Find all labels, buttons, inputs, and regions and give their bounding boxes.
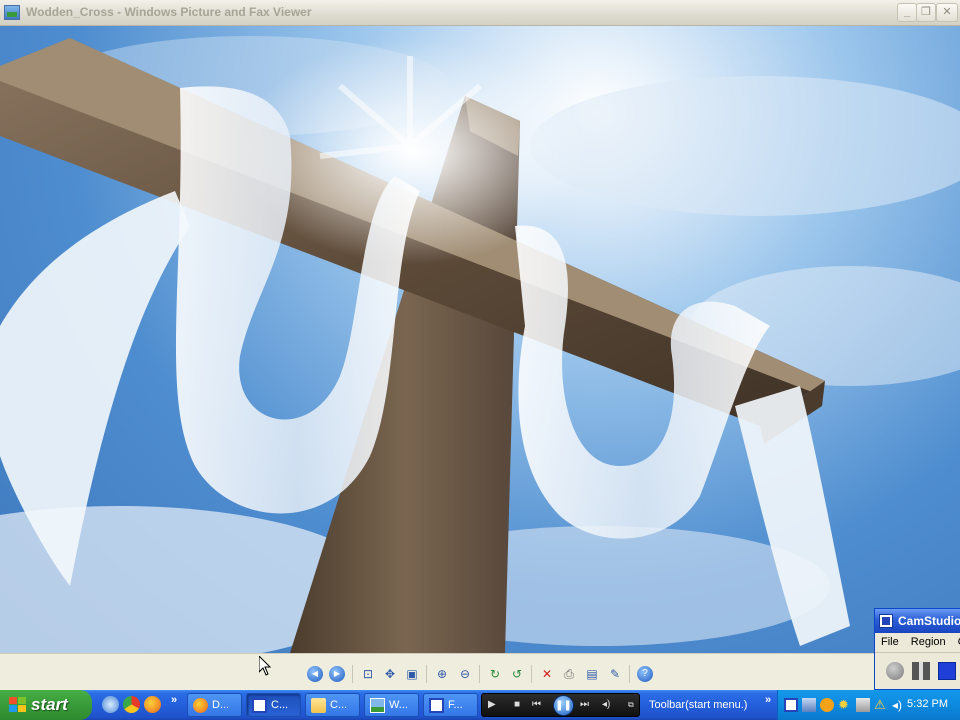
toolbar-separator <box>629 665 630 683</box>
pause-icon[interactable] <box>912 662 930 680</box>
camstudio-toolbar <box>875 653 960 689</box>
media-restore-icon[interactable]: ⧉ <box>628 699 634 711</box>
task-label: C... <box>330 699 348 711</box>
edit-icon[interactable]: ✎ <box>607 666 623 682</box>
folder-icon <box>311 698 326 713</box>
camstudio-tray-icon[interactable] <box>784 698 798 712</box>
media-stop-icon[interactable]: ■ <box>514 699 520 711</box>
chrome-icon[interactable] <box>123 696 140 713</box>
menu-region[interactable]: Region <box>911 636 946 648</box>
toolbar-chevron-icon[interactable]: » <box>765 694 771 706</box>
toolbar-start-menu-label: Toolbar(start menu.) <box>649 699 748 711</box>
media-player-toolbar: ▶ ■ ⏮ ❚❚ ⏭ ◂) ⧉ <box>481 693 640 717</box>
image-display-area <box>0 26 960 653</box>
media-mute-icon[interactable]: ◂) <box>602 699 610 711</box>
picture-viewer-icon <box>370 698 385 713</box>
close-icon: ✕ <box>942 6 952 18</box>
taskbar-item-folder[interactable]: C... <box>305 693 360 717</box>
network-icon[interactable] <box>802 698 816 712</box>
rotate-counterclockwise-icon[interactable]: ↺ <box>509 666 525 682</box>
task-label: C... <box>271 699 289 711</box>
clock[interactable]: 5:32 PM <box>907 698 948 710</box>
close-button[interactable]: ✕ <box>936 3 958 22</box>
security-icon[interactable]: ✹ <box>838 698 852 712</box>
picture-viewer-app-icon[interactable] <box>4 5 20 20</box>
print-icon[interactable]: ⎙ <box>561 666 577 682</box>
taskbar: start » D... C... C... W... F... ▶ ■ ⏮ ❚… <box>0 690 960 720</box>
camstudio-title-bar[interactable]: CamStudio <box>875 609 960 633</box>
taskbar-item-camstudio-2[interactable]: F... <box>423 693 478 717</box>
start-button[interactable]: start <box>0 690 92 720</box>
previous-image-icon[interactable]: ◀ <box>307 666 323 682</box>
picture-viewer-window: Wodden_Cross - Windows Picture and Fax V… <box>0 0 960 690</box>
save-icon[interactable]: ▤ <box>584 666 600 682</box>
next-image-icon[interactable]: ▶ <box>329 666 345 682</box>
media-play-small-icon[interactable]: ▶ <box>488 699 496 711</box>
toolbar-separator <box>426 665 427 683</box>
minimize-button[interactable]: _ <box>897 3 917 22</box>
delete-icon[interactable]: ✕ <box>539 666 555 682</box>
media-pause-icon[interactable]: ❚❚ <box>553 695 574 716</box>
zoom-out-icon[interactable]: ⊖ <box>457 666 473 682</box>
menu-file[interactable]: File <box>881 636 899 648</box>
maximize-icon: ❐ <box>921 6 931 18</box>
system-tray: ✹ ⚠ ◂) 5:32 PM <box>777 690 960 720</box>
stop-icon[interactable] <box>938 662 956 680</box>
volume-icon[interactable]: ◂) <box>892 698 906 712</box>
camstudio-title: CamStudio <box>898 614 960 628</box>
slideshow-icon[interactable]: ▣ <box>404 666 420 682</box>
actual-size-icon[interactable]: ✥ <box>382 666 398 682</box>
device-icon[interactable] <box>856 698 870 712</box>
camstudio-icon <box>429 698 444 713</box>
media-next-icon[interactable]: ⏭ <box>580 699 589 711</box>
quick-launch-chevron-icon[interactable]: » <box>171 694 177 706</box>
best-fit-icon[interactable]: ⊡ <box>360 666 376 682</box>
wooden-cross-with-white-cloth-image <box>0 26 960 653</box>
toolbar-separator <box>352 665 353 683</box>
taskbar-item-firefox[interactable]: D... <box>187 693 242 717</box>
zoom-in-icon[interactable]: ⊕ <box>434 666 450 682</box>
show-desktop-icon[interactable] <box>102 696 119 713</box>
help-icon[interactable]: ? <box>637 666 653 682</box>
viewer-toolbar: ◀ ▶ ⊡ ✥ ▣ ⊕ ⊖ ↻ ↺ ✕ ⎙ ▤ ✎ ? <box>0 653 960 690</box>
firefox-icon <box>193 698 208 713</box>
taskbar-item-camstudio[interactable]: C... <box>246 693 301 717</box>
task-label: W... <box>389 699 408 711</box>
rotate-clockwise-icon[interactable]: ↻ <box>487 666 503 682</box>
task-label: F... <box>448 699 463 711</box>
window-title: Wodden_Cross - Windows Picture and Fax V… <box>26 5 312 19</box>
toolbar-separator <box>531 665 532 683</box>
warning-icon[interactable]: ⚠ <box>874 698 888 712</box>
toolbar-separator <box>479 665 480 683</box>
title-bar[interactable]: Wodden_Cross - Windows Picture and Fax V… <box>0 0 960 26</box>
maximize-button[interactable]: ❐ <box>916 3 936 22</box>
task-label: D... <box>212 699 230 711</box>
windows-flag-icon <box>9 697 26 713</box>
firefox-icon[interactable] <box>144 696 161 713</box>
camstudio-window[interactable]: CamStudio File Region Op <box>874 608 960 690</box>
camstudio-icon <box>252 698 267 713</box>
mouse-cursor-icon <box>259 656 271 676</box>
camstudio-menu-bar: File Region Op <box>875 633 960 653</box>
start-label: start <box>31 695 68 714</box>
minimize-icon: _ <box>903 6 911 18</box>
media-previous-icon[interactable]: ⏮ <box>532 699 541 711</box>
taskbar-item-picture-viewer[interactable]: W... <box>364 693 419 717</box>
update-icon[interactable] <box>820 698 834 712</box>
camstudio-icon <box>879 614 893 628</box>
record-icon[interactable] <box>886 662 904 680</box>
